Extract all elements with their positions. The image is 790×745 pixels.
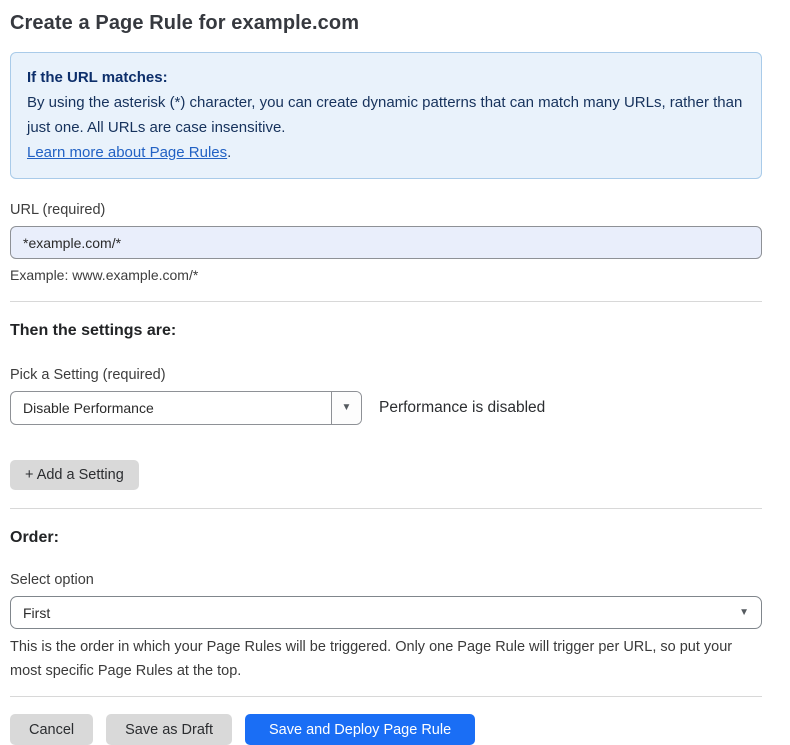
info-box-heading: If the URL matches:: [27, 65, 745, 90]
save-and-deploy-button[interactable]: Save and Deploy Page Rule: [245, 714, 475, 745]
order-section-heading: Order:: [10, 529, 762, 547]
page-title: Create a Page Rule for example.com: [10, 12, 762, 35]
create-page-rule-form: Create a Page Rule for example.com If th…: [0, 0, 790, 745]
setting-select-arrow-button[interactable]: ▼: [331, 392, 361, 424]
setting-select-value: Disable Performance: [11, 392, 331, 424]
info-box-body: By using the asterisk (*) character, you…: [27, 90, 745, 165]
pick-setting-label: Pick a Setting (required): [10, 367, 762, 383]
url-input[interactable]: [10, 226, 762, 259]
order-select[interactable]: First ▼: [10, 596, 762, 629]
url-label: URL (required): [10, 202, 762, 218]
select-option-label: Select option: [10, 572, 762, 588]
footer-actions: Cancel Save as Draft Save and Deploy Pag…: [10, 714, 762, 745]
url-example-text: Example: www.example.com/*: [10, 267, 762, 283]
url-matches-info-box: If the URL matches: By using the asteris…: [10, 52, 762, 179]
order-select-value: First: [23, 605, 50, 621]
divider: [10, 301, 762, 302]
setting-row: Disable Performance ▼ Performance is dis…: [10, 391, 762, 425]
setting-select[interactable]: Disable Performance ▼: [10, 391, 362, 425]
chevron-down-icon: ▼: [739, 608, 749, 618]
link-period: .: [227, 144, 231, 161]
cancel-button[interactable]: Cancel: [10, 714, 93, 745]
learn-more-link[interactable]: Learn more about Page Rules: [27, 144, 227, 161]
chevron-down-icon: ▼: [342, 403, 352, 413]
info-box-text: By using the asterisk (*) character, you…: [27, 94, 742, 136]
divider: [10, 696, 762, 697]
add-setting-button[interactable]: + Add a Setting: [10, 460, 139, 490]
save-as-draft-button[interactable]: Save as Draft: [106, 714, 232, 745]
settings-section-heading: Then the settings are:: [10, 322, 762, 340]
order-help-text: This is the order in which your Page Rul…: [10, 635, 758, 683]
divider: [10, 508, 762, 509]
setting-status-text: Performance is disabled: [379, 399, 545, 417]
